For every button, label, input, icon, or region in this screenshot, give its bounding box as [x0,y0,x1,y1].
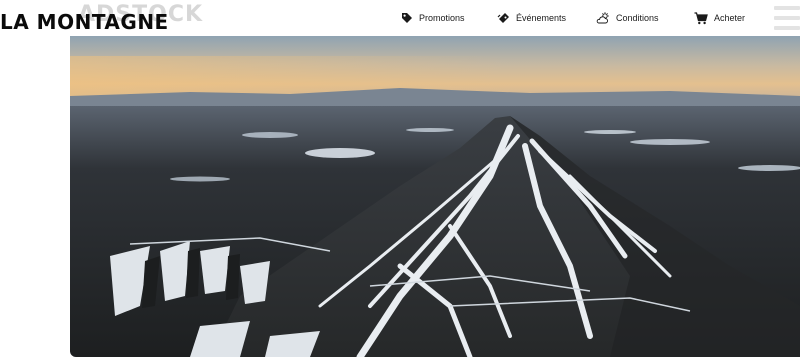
cart-icon [694,11,708,25]
nav-conditions[interactable]: Conditions [596,10,659,26]
site-logo[interactable]: LA MONTAGNE [0,12,169,32]
hamburger-menu-icon[interactable] [774,6,800,30]
nav-conditions-label: Conditions [616,13,659,23]
nav-evenements[interactable]: Événements [497,10,566,26]
ticket-icon [497,12,510,24]
weather-icon [596,12,610,24]
nav-evenements-label: Événements [516,13,567,23]
nav-promotions[interactable]: Promotions [401,10,465,26]
tag-icon [401,12,413,24]
nav-acheter[interactable]: Acheter [694,10,745,26]
hero-image [70,36,800,357]
aerial-ski-mountain-photo [70,36,800,357]
site-header: ADSTOCK LA MONTAGNE Promotions Événement… [0,0,800,36]
nav-acheter-label: Acheter [714,13,746,23]
nav-promotions-label: Promotions [419,13,465,23]
